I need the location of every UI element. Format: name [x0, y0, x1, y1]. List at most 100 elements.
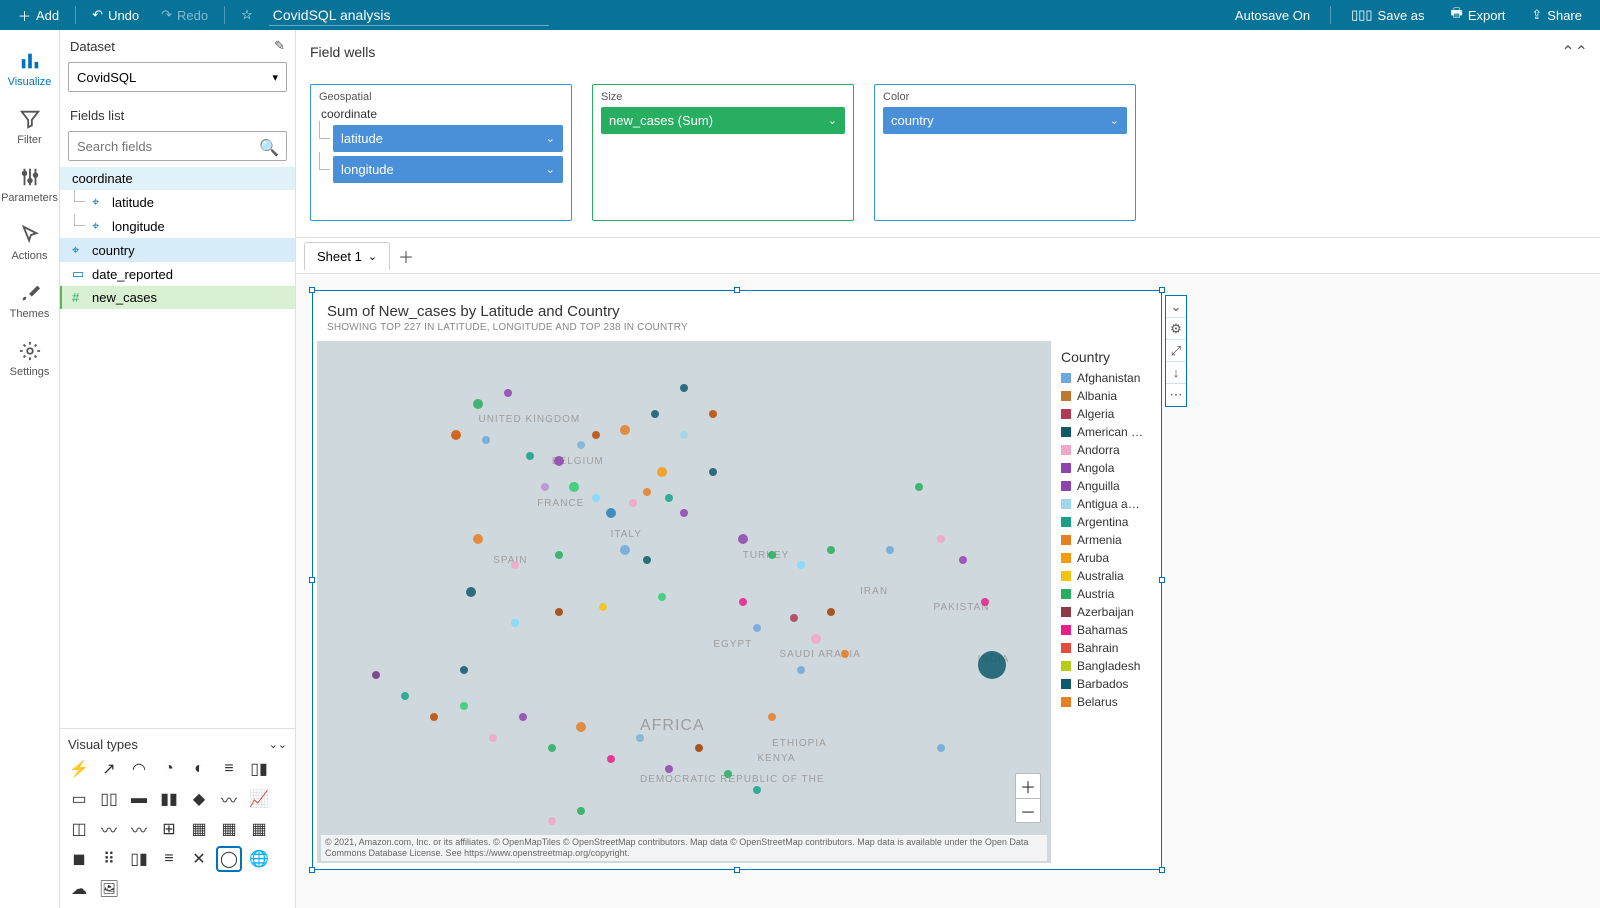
visual-type-17[interactable]: ⊞ — [158, 818, 180, 840]
resize-handle[interactable] — [734, 867, 740, 873]
map-point[interactable] — [768, 713, 776, 721]
visual-type-3[interactable]: ◔ — [158, 758, 180, 780]
visual-expand-icon[interactable]: ⤢ — [1166, 340, 1186, 362]
well-size[interactable]: Size new_cases (Sum)⌄ — [592, 84, 854, 221]
map-point[interactable] — [577, 441, 585, 449]
legend-item[interactable]: Bahrain — [1061, 641, 1155, 655]
visual-settings-icon[interactable]: ⚙ — [1166, 318, 1186, 340]
legend-item[interactable]: Azerbaijan — [1061, 605, 1155, 619]
zoom-out-button[interactable]: － — [1016, 798, 1040, 822]
map-point[interactable] — [937, 535, 945, 543]
resize-handle[interactable] — [309, 867, 315, 873]
legend-item[interactable]: Belarus — [1061, 695, 1155, 709]
legend-item[interactable]: Barbados — [1061, 677, 1155, 691]
map-point[interactable] — [738, 534, 748, 544]
legend-item[interactable]: Bahamas — [1061, 623, 1155, 637]
visual-type-9[interactable]: ▬ — [128, 788, 150, 810]
legend-item[interactable]: Aruba — [1061, 551, 1155, 565]
map-point[interactable] — [430, 713, 438, 721]
map-point[interactable] — [555, 551, 563, 559]
visual-type-28[interactable]: ☁ — [68, 878, 90, 900]
visual-frame[interactable]: ⌄ ⚙ ⤢ ↓ ⋯ Sum of New_cases by Latitude a… — [312, 290, 1162, 870]
map-point[interactable] — [959, 556, 967, 564]
map-point[interactable] — [511, 561, 519, 569]
map-point[interactable] — [401, 692, 409, 700]
well-geospatial[interactable]: Geospatial coordinate latitude⌄ longitud… — [310, 84, 572, 221]
visual-download-icon[interactable]: ↓ — [1166, 362, 1186, 384]
legend-item[interactable]: American … — [1061, 425, 1155, 439]
map-point[interactable] — [643, 556, 651, 564]
map-point[interactable] — [504, 389, 512, 397]
resize-handle[interactable] — [309, 287, 315, 293]
field-coordinate[interactable]: coordinate — [60, 167, 295, 190]
map-point[interactable] — [709, 468, 717, 476]
rail-actions[interactable]: Actions — [0, 214, 60, 272]
chevron-down-icon[interactable]: ⌄⌄ — [269, 738, 287, 751]
visual-type-27[interactable]: 🌐 — [248, 848, 270, 870]
well-pill-longitude[interactable]: longitude⌄ — [333, 156, 563, 183]
map-point[interactable] — [599, 603, 607, 611]
map[interactable]: ＋ － © 2021, Amazon.com, Inc. or its affi… — [317, 341, 1051, 863]
legend-item[interactable]: Andorra — [1061, 443, 1155, 457]
saveas-button[interactable]: ▯▯▯Save as — [1345, 3, 1430, 27]
redo-button[interactable]: ↷Redo — [155, 3, 214, 27]
map-point[interactable] — [665, 765, 673, 773]
map-point[interactable] — [473, 399, 483, 409]
map-point[interactable] — [978, 651, 1006, 679]
resize-handle[interactable] — [1159, 577, 1165, 583]
map-point[interactable] — [548, 744, 556, 752]
analysis-title-input[interactable] — [269, 5, 549, 26]
map-point[interactable] — [592, 494, 600, 502]
visual-type-8[interactable]: ▯▯ — [98, 788, 120, 810]
map-point[interactable] — [680, 384, 688, 392]
field-latitude[interactable]: ⌖latitude — [60, 190, 295, 214]
visual-type-13[interactable]: 📈 — [248, 788, 270, 810]
map-point[interactable] — [511, 619, 519, 627]
map-point[interactable] — [695, 744, 703, 752]
map-point[interactable] — [620, 425, 630, 435]
visual-type-20[interactable]: ▦ — [248, 818, 270, 840]
well-color[interactable]: Color country⌄ — [874, 84, 1136, 221]
visual-type-15[interactable]: 〰 — [98, 818, 120, 840]
map-point[interactable] — [657, 467, 667, 477]
map-point[interactable] — [451, 430, 461, 440]
visual-type-19[interactable]: ▦ — [218, 818, 240, 840]
map-point[interactable] — [658, 593, 666, 601]
visual-type-10[interactable]: ▮▮ — [158, 788, 180, 810]
autosave-toggle[interactable]: Autosave On — [1229, 4, 1316, 27]
legend-item[interactable]: Argentina — [1061, 515, 1155, 529]
visual-type-23[interactable]: ▯▮ — [128, 848, 150, 870]
visual-type-2[interactable]: ◠ — [128, 758, 150, 780]
map-point[interactable] — [636, 734, 644, 742]
edit-dataset-icon[interactable]: ✎ — [274, 38, 285, 54]
map-point[interactable] — [827, 546, 835, 554]
map-point[interactable] — [466, 587, 476, 597]
well-pill-newcases[interactable]: new_cases (Sum)⌄ — [601, 107, 845, 134]
map-point[interactable] — [482, 436, 490, 444]
map-point[interactable] — [915, 483, 923, 491]
visual-type-14[interactable]: ◫ — [68, 818, 90, 840]
map-point[interactable] — [607, 755, 615, 763]
well-pill-latitude[interactable]: latitude⌄ — [333, 125, 563, 152]
map-point[interactable] — [886, 546, 894, 554]
map-point[interactable] — [937, 744, 945, 752]
map-point[interactable] — [651, 410, 659, 418]
well-pill-country[interactable]: country⌄ — [883, 107, 1127, 134]
dataset-select[interactable]: CovidSQL▾ — [68, 62, 287, 92]
map-point[interactable] — [519, 713, 527, 721]
map-point[interactable] — [797, 561, 805, 569]
map-point[interactable] — [555, 608, 563, 616]
map-point[interactable] — [541, 483, 549, 491]
map-point[interactable] — [709, 410, 717, 418]
map-point[interactable] — [753, 786, 761, 794]
visual-type-6[interactable]: ▯▮ — [248, 758, 270, 780]
map-point[interactable] — [981, 598, 989, 606]
legend-item[interactable]: Armenia — [1061, 533, 1155, 547]
field-date_reported[interactable]: ▭date_reported — [60, 262, 295, 286]
collapse-wells-icon[interactable]: ⌃⌃ — [1561, 42, 1588, 62]
undo-button[interactable]: ↶Undo — [86, 3, 145, 27]
map-point[interactable] — [620, 545, 630, 555]
field-new_cases[interactable]: #new_cases — [60, 286, 295, 309]
map-point[interactable] — [473, 534, 483, 544]
rail-themes[interactable]: Themes — [0, 272, 60, 330]
